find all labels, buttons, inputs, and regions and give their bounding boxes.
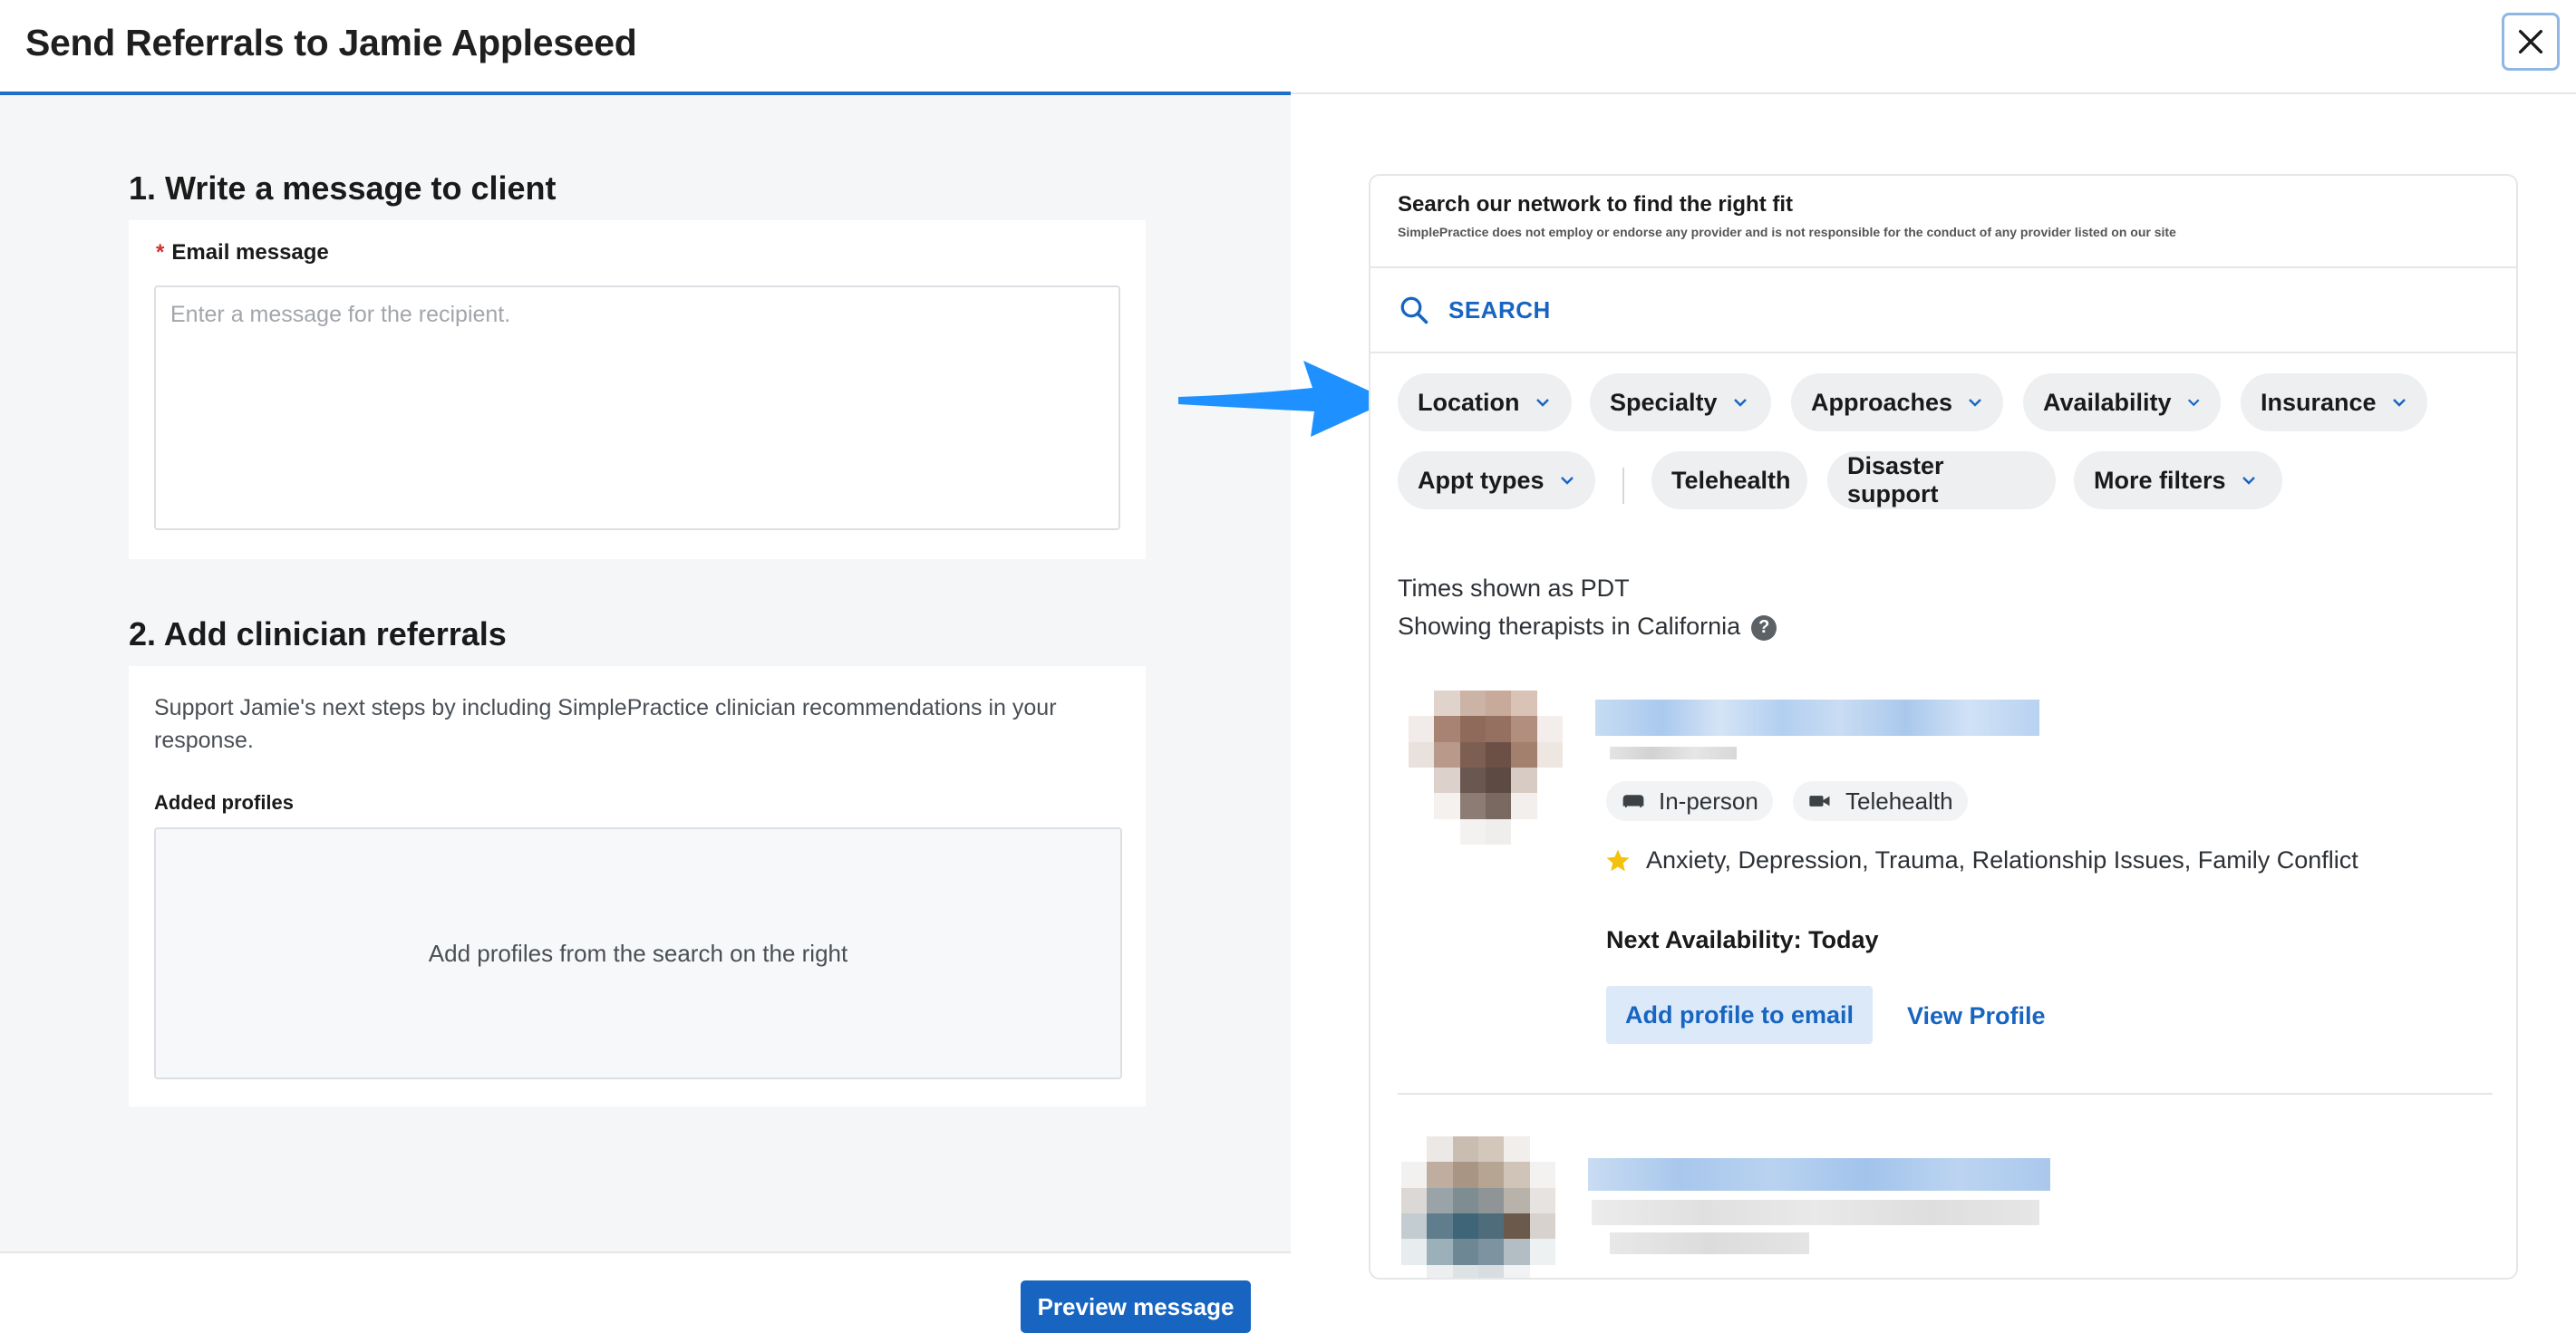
close-button[interactable] [2502,13,2560,71]
header-divider [1291,92,2576,94]
couch-icon [1622,795,1644,807]
star-icon [1606,849,1630,871]
compose-pane: 1. Write a message to client * Email mess… [0,95,1291,1251]
email-message-label: * Email message [156,240,329,265]
preview-message-button[interactable]: Preview message [1021,1280,1251,1333]
referral-card: Support Jamie's next steps by including … [129,666,1146,1106]
chevron-down-icon [1560,477,1574,485]
add-profile-to-email-button[interactable]: Add profile to email [1606,986,1873,1044]
chevron-down-icon [1969,399,1981,407]
dialog-footer: Preview message [0,1251,1291,1343]
referral-dialog: Send Referrals to Jamie Appleseed 1. Wri… [0,0,2576,1343]
dialog-title: Send Referrals to Jamie Appleseed [25,22,637,63]
filter-specialty[interactable]: Specialty [1590,373,1771,431]
referral-section-title: 2. Add clinician referrals [129,615,507,652]
next-availability: Next Availability: Today [1606,926,1879,953]
close-icon [2518,29,2543,54]
chevron-down-icon [2242,477,2255,485]
dialog-header: Send Referrals to Jamie Appleseed [0,0,2576,95]
filter-more-filters[interactable]: More filters [2074,451,2282,509]
tag-telehealth: Telehealth [1793,781,1968,821]
chevron-down-icon [2392,399,2406,407]
added-profiles-dropzone: Add profiles from the search on the righ… [154,827,1122,1079]
filter-location[interactable]: Location [1398,373,1572,431]
filter-insurance[interactable]: Insurance [2241,373,2427,431]
search-disclaimer: SimplePractice does not employ or endors… [1398,225,2176,239]
avatar [1401,1136,1555,1278]
redacted-name [1595,700,2039,736]
redacted-details [1610,1232,1809,1254]
empty-state-text: Add profiles from the search on the righ… [428,939,848,967]
search-icon [1400,296,1428,324]
filter-telehealth[interactable]: Telehealth [1651,451,1807,509]
filter-approaches[interactable]: Approaches [1791,373,2003,431]
location-note: Showing therapists in California? [1398,613,1777,641]
chevron-down-icon [1535,399,1549,407]
callout-arrow-icon [1178,361,1390,437]
timezone-note: Times shown as PDT [1398,575,1630,602]
redacted-credentials [1610,747,1737,759]
profile-divider [1398,1093,2493,1095]
email-message-input[interactable]: Enter a message for the recipient. [154,285,1120,530]
video-camera-icon [1809,796,1830,807]
avatar [1409,691,1563,845]
filter-disaster-support[interactable]: Disaster support [1827,451,2056,509]
tag-in-person: In-person [1606,781,1773,821]
chevron-down-icon [1733,399,1747,407]
specialties: Anxiety, Depression, Trauma, Relationshi… [1604,846,2358,874]
search-label: SEARCH [1448,295,1551,324]
redacted-details [1592,1200,2039,1225]
added-profiles-label: Added profiles [154,791,295,814]
view-profile-link[interactable]: View Profile [1907,1002,2046,1030]
provider-search-panel: Search our network to find the right fit… [1369,174,2518,1280]
search-button[interactable]: SEARCH [1398,294,1551,326]
search-panel-title: Search our network to find the right fit [1398,192,1794,217]
panel-divider [1370,352,2516,353]
filter-appt-types[interactable]: Appt types [1398,451,1595,509]
filter-separator [1622,468,1624,504]
message-card: * Email message Enter a message for the r… [129,220,1146,559]
message-section-title: 1. Write a message to client [129,169,557,207]
redacted-name [1588,1158,2050,1191]
help-icon[interactable]: ? [1751,614,1777,641]
referral-description: Support Jamie's next steps by including … [154,695,1057,753]
panel-divider [1370,266,2516,268]
chevron-down-icon [2187,399,2200,407]
required-marker: * [156,240,165,265]
filter-availability[interactable]: Availability [2023,373,2221,431]
